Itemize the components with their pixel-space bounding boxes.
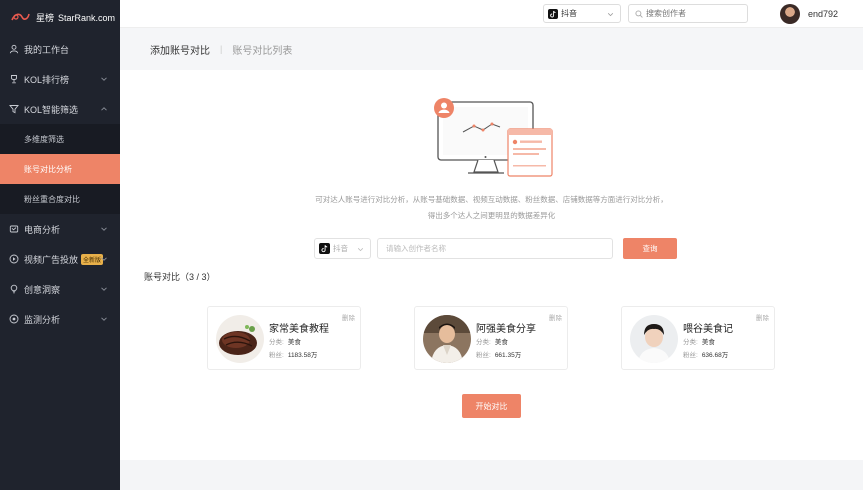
creator-avatar-image bbox=[630, 315, 678, 363]
tab-compare-list[interactable]: 账号对比列表 bbox=[232, 42, 292, 57]
top-bar: 抖音 end792 bbox=[120, 0, 863, 28]
fans-label: 粉丝: bbox=[476, 352, 491, 359]
platform-select-value: 抖音 bbox=[561, 9, 577, 18]
category-value: 美食 bbox=[701, 339, 715, 346]
fans-value: 1183.58万 bbox=[287, 352, 318, 359]
sidebar-item-video-ads[interactable]: 视频广告投放 全新版 bbox=[0, 244, 120, 274]
sidebar-item-monitoring[interactable]: 监测分析 bbox=[0, 304, 120, 334]
tab-separator: | bbox=[220, 44, 223, 54]
category-label: 分类: bbox=[683, 339, 698, 346]
sidebar-item-creative-insight[interactable]: 创意洞察 bbox=[0, 274, 120, 304]
sidebar-item-label: 粉丝重合度对比 bbox=[24, 194, 80, 204]
creator-name-input[interactable] bbox=[377, 238, 613, 259]
fans-label: 粉丝: bbox=[683, 352, 698, 359]
sidebar-item-label: 视频广告投放 bbox=[24, 254, 79, 265]
query-button[interactable]: 查询 bbox=[623, 238, 677, 259]
chevron-down-icon bbox=[607, 13, 614, 17]
creator-search-box[interactable] bbox=[628, 4, 748, 23]
user-icon bbox=[9, 44, 19, 54]
fans-label: 粉丝: bbox=[269, 352, 284, 359]
platform-select-value: 抖音 bbox=[333, 244, 348, 253]
brand-name: 星榜 StarRank.com bbox=[36, 12, 116, 23]
sidebar-item-kol-filter[interactable]: KOL智能筛选 bbox=[0, 94, 120, 124]
description-line-2: 得出多个达人之间更明显的数据差异化 bbox=[427, 211, 556, 220]
sidebar-item-label: 多维度筛选 bbox=[24, 134, 64, 144]
avatar[interactable] bbox=[780, 4, 800, 24]
sidebar-item-label: 账号对比分析 bbox=[24, 164, 72, 174]
account-card: 阿强美食分享 分类: 美食 粉丝: 661.35万 删除 bbox=[414, 306, 568, 370]
sidebar: 星榜 StarRank.com 我的工作台 KOL排行榜 KOL智能筛选 多维度筛… bbox=[0, 0, 120, 490]
fans-value: 636.68万 bbox=[701, 352, 729, 359]
account-fans: 粉丝: 1183.58万 bbox=[269, 349, 317, 359]
main-panel: 可对达人账号进行对比分析，从账号基础数据、视频互动数据、粉丝数据、店铺数据等方面… bbox=[120, 70, 863, 460]
chef-avatar-image bbox=[423, 315, 471, 363]
tab-bar: 添加账号对比 | 账号对比列表 bbox=[120, 28, 863, 70]
account-card: 喂谷美食记 分类: 美食 粉丝: 636.68万 删除 bbox=[621, 306, 775, 370]
account-thumbnail bbox=[630, 315, 678, 363]
sidebar-item-label: KOL排行榜 bbox=[24, 74, 70, 85]
douyin-icon bbox=[548, 8, 558, 19]
starrank-logo-icon bbox=[11, 13, 30, 21]
chevron-up-icon bbox=[101, 107, 107, 111]
creator-search-input[interactable] bbox=[646, 9, 741, 18]
delete-button[interactable]: 删除 bbox=[549, 312, 562, 322]
cart-icon bbox=[9, 225, 19, 233]
account-category: 分类: 美食 bbox=[269, 336, 301, 346]
chevron-down-icon bbox=[357, 248, 364, 252]
target-icon bbox=[9, 314, 19, 324]
chevron-down-icon bbox=[101, 287, 107, 291]
sidebar-item-workspace[interactable]: 我的工作台 bbox=[0, 34, 120, 64]
compare-count-label: 账号对比（3 / 3） bbox=[144, 272, 216, 282]
sidebar-item-ecommerce[interactable]: 电商分析 bbox=[0, 214, 120, 244]
logo[interactable]: 星榜 StarRank.com bbox=[0, 0, 120, 34]
category-label: 分类: bbox=[476, 339, 491, 346]
lightbulb-icon bbox=[10, 284, 18, 294]
category-value: 美食 bbox=[287, 339, 301, 346]
account-name[interactable]: 家常美食教程 bbox=[269, 320, 329, 335]
account-name[interactable]: 喂谷美食记 bbox=[683, 320, 733, 335]
sidebar-subitem-fan-overlap[interactable]: 粉丝重合度对比 bbox=[0, 184, 120, 214]
sidebar-item-label: 监测分析 bbox=[24, 314, 61, 325]
account-search-row: 抖音 查询 bbox=[314, 238, 677, 259]
douyin-icon bbox=[319, 243, 330, 254]
account-fans: 粉丝: 636.68万 bbox=[683, 349, 728, 359]
fans-value: 661.35万 bbox=[494, 352, 522, 359]
platform-select[interactable]: 抖音 bbox=[314, 238, 371, 259]
account-name[interactable]: 阿强美食分享 bbox=[476, 320, 536, 335]
sidebar-subitem-account-compare[interactable]: 账号对比分析 bbox=[0, 154, 120, 184]
platform-select[interactable]: 抖音 bbox=[543, 4, 621, 23]
account-fans: 粉丝: 661.35万 bbox=[476, 349, 521, 359]
trophy-icon bbox=[11, 75, 17, 84]
sidebar-item-label: 创意洞察 bbox=[24, 284, 61, 295]
filter-icon bbox=[9, 105, 19, 114]
monitor-illustration bbox=[434, 98, 553, 177]
steak-image bbox=[216, 315, 264, 363]
delete-button[interactable]: 删除 bbox=[756, 312, 769, 322]
chevron-down-icon bbox=[101, 77, 107, 81]
description-line-1: 可对达人账号进行对比分析，从账号基础数据、视频互动数据、粉丝数据、店铺数据等方面… bbox=[315, 195, 668, 204]
chevron-down-icon bbox=[101, 227, 107, 231]
account-category: 分类: 美食 bbox=[476, 336, 508, 346]
sidebar-item-label: 电商分析 bbox=[24, 224, 61, 235]
category-label: 分类: bbox=[269, 339, 284, 346]
play-circle-icon bbox=[9, 254, 19, 264]
sidebar-subitem-multi-filter[interactable]: 多维度筛选 bbox=[0, 124, 120, 154]
chevron-down-icon bbox=[101, 317, 107, 321]
sidebar-item-label: KOL智能筛选 bbox=[24, 104, 79, 115]
account-category: 分类: 美食 bbox=[683, 336, 715, 346]
sidebar-item-label: 我的工作台 bbox=[24, 44, 70, 55]
account-thumbnail bbox=[423, 315, 471, 363]
chevron-down-icon bbox=[101, 257, 107, 261]
description: 可对达人账号进行对比分析，从账号基础数据、视频互动数据、粉丝数据、店铺数据等方面… bbox=[120, 192, 863, 224]
start-compare-button[interactable]: 开始对比 bbox=[462, 394, 521, 418]
username[interactable]: end792 bbox=[808, 9, 838, 19]
account-card: 家常美食教程 分类: 美食 粉丝: 1183.58万 删除 bbox=[207, 306, 361, 370]
category-value: 美食 bbox=[494, 339, 508, 346]
delete-button[interactable]: 删除 bbox=[342, 312, 355, 322]
account-thumbnail bbox=[216, 315, 264, 363]
sidebar-item-kol-ranking[interactable]: KOL排行榜 bbox=[0, 64, 120, 94]
tab-add-compare[interactable]: 添加账号对比 bbox=[150, 42, 210, 57]
search-icon bbox=[635, 9, 643, 18]
